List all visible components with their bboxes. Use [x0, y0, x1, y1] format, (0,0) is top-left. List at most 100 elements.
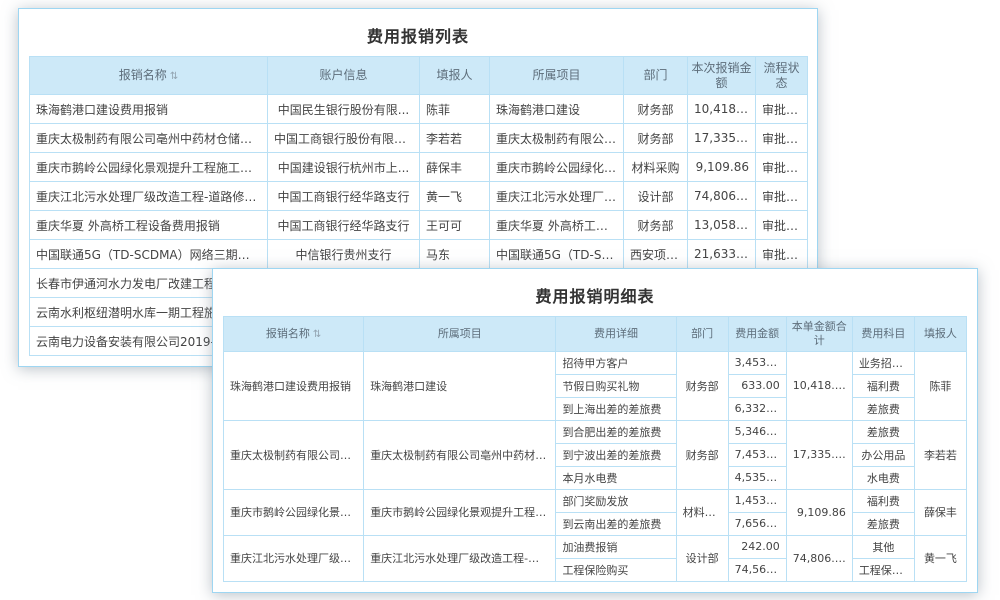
filler-link[interactable]: 马东 — [420, 240, 490, 269]
account-cell: 中国民生银行股份有限... — [268, 95, 420, 124]
account-cell: 中信银行贵州支行 — [268, 240, 420, 269]
column-header-department: 部门 — [624, 57, 688, 95]
project-link[interactable]: 重庆江北污水处理厂级改造工程-道路修复工程 — [364, 535, 556, 581]
category-cell: 福利费 — [852, 489, 914, 512]
filler-link[interactable]: 薛保丰 — [914, 489, 966, 535]
reimbursement-name-link[interactable]: 重庆市鹅岭公园绿化景观提升工程施工费用报销 — [224, 489, 364, 535]
department-cell: 财务部 — [624, 124, 688, 153]
reimbursement-name-link[interactable]: 重庆太极制药有限公司亳州中药材仓储物流基地项目费用报销 — [224, 420, 364, 489]
department-cell: 材料采购 — [624, 153, 688, 182]
table-row: 重庆江北污水处理厂级改造工程-道路修复工程费用报销 中国工商银行经华路支行 黄一… — [30, 182, 808, 211]
status-link[interactable]: 审批通过 — [756, 153, 808, 182]
column-header-filler: 填报人 — [420, 57, 490, 95]
category-cell: 办公用品 — [852, 443, 914, 466]
category-cell: 其他 — [852, 535, 914, 558]
department-cell: 财务部 — [676, 420, 728, 489]
expense-detail-cell: 到合肥出差的差旅费 — [556, 420, 676, 443]
status-link[interactable]: 审批通过 — [756, 95, 808, 124]
expense-detail-cell: 到上海出差的差旅费 — [556, 397, 676, 420]
table-row: 重庆市鹅岭公园绿化景观提升工程施工费用报销 重庆市鹅岭公园绿化景观提升工程施工 … — [224, 489, 967, 512]
reimbursement-name-link[interactable]: 重庆太极制药有限公司亳州中药材仓储物流基地项目费用报销 — [30, 124, 268, 153]
filler-link[interactable]: 黄一飞 — [914, 535, 966, 581]
table-row: 重庆太极制药有限公司亳州中药材仓储物流基地项目费用报销 重庆太极制药有限公司亳州… — [224, 420, 967, 443]
column-header-name[interactable]: 报销名称⇅ — [30, 57, 268, 95]
total-amount-cell: 9,109.86 — [786, 489, 852, 535]
table-row: 珠海鹤港口建设费用报销 中国民生银行股份有限... 陈菲 珠海鹤港口建设 财务部… — [30, 95, 808, 124]
project-link[interactable]: 珠海鹤港口建设 — [490, 95, 624, 124]
table-header-row: 报销名称⇅ 所属项目 费用详细 部门 费用金额 本单金额合计 费用科目 填报人 — [224, 317, 967, 352]
category-cell: 差旅费 — [852, 420, 914, 443]
account-cell: 中国建设银行杭州市上... — [268, 153, 420, 182]
department-cell: 设计部 — [676, 535, 728, 581]
filler-link[interactable]: 王可可 — [420, 211, 490, 240]
project-link[interactable]: 珠海鹤港口建设 — [364, 351, 556, 420]
reimbursement-name-link[interactable]: 重庆华夏 外高桥工程设备费用报销 — [30, 211, 268, 240]
reimbursement-name-link[interactable]: 重庆市鹅岭公园绿化景观提升工程施工费用报销 — [30, 153, 268, 182]
column-header-project: 所属项目 — [364, 317, 556, 352]
department-cell: 财务部 — [676, 351, 728, 420]
filler-link[interactable]: 黄一飞 — [420, 182, 490, 211]
amount-cell: 13,058.45 — [688, 211, 756, 240]
expense-amount-cell: 4,535.65 — [728, 466, 786, 489]
column-header-status: 流程状态 — [756, 57, 808, 95]
column-header-name[interactable]: 报销名称⇅ — [224, 317, 364, 352]
expense-amount-cell: 242.00 — [728, 535, 786, 558]
category-cell: 差旅费 — [852, 397, 914, 420]
amount-cell: 21,633.00 — [688, 240, 756, 269]
account-cell: 中国工商银行经华路支行 — [268, 182, 420, 211]
column-header-filler: 填报人 — [914, 317, 966, 352]
reimbursement-name-link[interactable]: 重庆江北污水处理厂级改造工程-道路修复工程费用报销 — [224, 535, 364, 581]
project-link[interactable]: 重庆太极制药有限公司亳州中... — [490, 124, 624, 153]
status-link[interactable]: 审批通过 — [756, 182, 808, 211]
filler-link[interactable]: 李若若 — [420, 124, 490, 153]
reimbursement-name-link[interactable]: 中国联通5G（TD-SCDMA）网络三期四川工程费用报销 — [30, 240, 268, 269]
column-header-expense-detail: 费用详细 — [556, 317, 676, 352]
expense-amount-cell: 7,656.86 — [728, 512, 786, 535]
table-row: 重庆太极制药有限公司亳州中药材仓储物流基地项目费用报销 中国工商银行股份有限中.… — [30, 124, 808, 153]
filler-link[interactable]: 李若若 — [914, 420, 966, 489]
column-header-label: 报销名称 — [119, 68, 167, 82]
department-cell: 财务部 — [624, 211, 688, 240]
total-amount-cell: 17,335.35 — [786, 420, 852, 489]
project-link[interactable]: 重庆市鹅岭公园绿化景观提升工程施工 — [364, 489, 556, 535]
filler-link[interactable]: 陈菲 — [914, 351, 966, 420]
sort-icon[interactable]: ⇅ — [313, 329, 321, 340]
total-amount-cell: 74,806.00 — [786, 535, 852, 581]
department-cell: 财务部 — [624, 95, 688, 124]
expense-detail-table: 报销名称⇅ 所属项目 费用详细 部门 费用金额 本单金额合计 费用科目 填报人 … — [223, 316, 967, 582]
project-link[interactable]: 重庆华夏 外高桥工程设备 — [490, 211, 624, 240]
project-link[interactable]: 重庆太极制药有限公司亳州中药材仓储物流基地 — [364, 420, 556, 489]
reimbursement-name-link[interactable]: 珠海鹤港口建设费用报销 — [30, 95, 268, 124]
reimbursement-name-link[interactable]: 珠海鹤港口建设费用报销 — [224, 351, 364, 420]
expense-amount-cell: 5,346.35 — [728, 420, 786, 443]
status-link[interactable]: 审批通过 — [756, 211, 808, 240]
expense-detail-cell: 到云南出差的差旅费 — [556, 512, 676, 535]
expense-detail-cell: 本月水电费 — [556, 466, 676, 489]
column-header-amount: 本次报销金额 — [688, 57, 756, 95]
status-link[interactable]: 审批通过 — [756, 240, 808, 269]
expense-amount-cell: 7,453.35 — [728, 443, 786, 466]
detail-page-title: 费用报销明细表 — [223, 275, 967, 316]
expense-detail-cell: 到宁波出差的差旅费 — [556, 443, 676, 466]
filler-link[interactable]: 陈菲 — [420, 95, 490, 124]
expense-detail-panel: 费用报销明细表 报销名称⇅ 所属项目 费用详细 部门 费用金额 本单金额合计 费… — [212, 268, 978, 593]
expense-detail-cell: 工程保险购买 — [556, 558, 676, 581]
status-link[interactable]: 审批通过 — [756, 124, 808, 153]
expense-amount-cell: 1,453.00 — [728, 489, 786, 512]
project-link[interactable]: 重庆市鹅岭公园绿化景观提升... — [490, 153, 624, 182]
project-link[interactable]: 重庆江北污水处理厂级改造工... — [490, 182, 624, 211]
table-row: 中国联通5G（TD-SCDMA）网络三期四川工程费用报销 中信银行贵州支行 马东… — [30, 240, 808, 269]
page-title: 费用报销列表 — [29, 15, 807, 56]
filler-link[interactable]: 薛保丰 — [420, 153, 490, 182]
category-cell: 水电费 — [852, 466, 914, 489]
sort-icon[interactable]: ⇅ — [170, 71, 178, 82]
expense-detail-cell: 加油费报销 — [556, 535, 676, 558]
column-header-project: 所属项目 — [490, 57, 624, 95]
category-cell: 福利费 — [852, 374, 914, 397]
category-cell: 业务招待费 — [852, 351, 914, 374]
reimbursement-name-link[interactable]: 重庆江北污水处理厂级改造工程-道路修复工程费用报销 — [30, 182, 268, 211]
project-link[interactable]: 中国联通5G（TD-SCDMA）网... — [490, 240, 624, 269]
table-row: 重庆市鹅岭公园绿化景观提升工程施工费用报销 中国建设银行杭州市上... 薛保丰 … — [30, 153, 808, 182]
column-header-department: 部门 — [676, 317, 728, 352]
total-amount-cell: 10,418.60 — [786, 351, 852, 420]
